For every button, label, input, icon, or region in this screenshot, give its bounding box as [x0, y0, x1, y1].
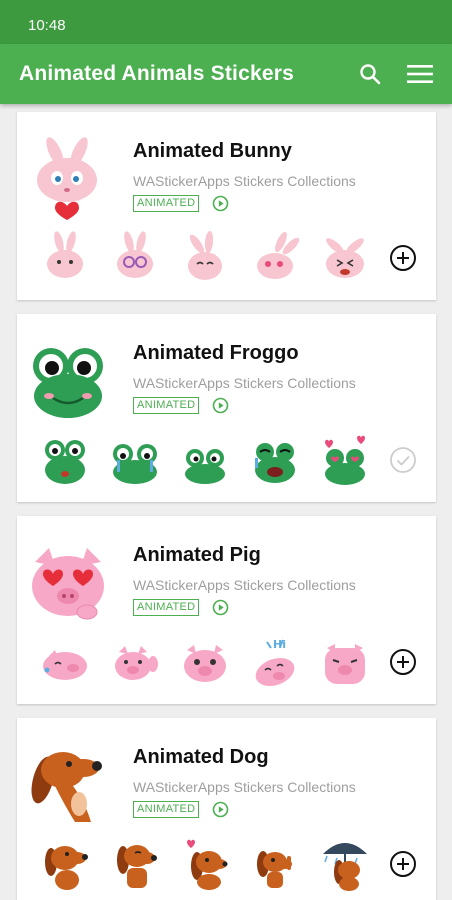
dog-sticker-icon	[187, 839, 228, 890]
bunny-tray-icon	[37, 137, 97, 220]
pack-publisher: WAStickerApps Stickers Collections	[133, 375, 356, 391]
search-button[interactable]	[350, 54, 390, 94]
animated-badge: ANIMATED	[133, 801, 200, 818]
sticker-preview-row	[29, 432, 369, 488]
app-title: Animated Animals Stickers	[19, 62, 294, 85]
frog-sticker-icon	[255, 443, 295, 483]
bunny-sticker-icon	[47, 231, 83, 278]
animated-badge: ANIMATED	[133, 397, 200, 414]
sticker-preview-row	[29, 230, 369, 286]
add-pack-button[interactable]	[388, 243, 418, 273]
pack-title: Animated Dog	[133, 746, 269, 768]
pig-sticker-icon	[325, 644, 365, 684]
animated-badge: ANIMATED	[133, 599, 200, 616]
bunny-sticker-icon	[326, 238, 364, 278]
status-bar: 10:48	[0, 0, 452, 44]
sticker-preview-row	[29, 836, 369, 892]
dog-sticker-icon	[323, 843, 367, 891]
pig-sticker-icon	[43, 650, 87, 680]
app-bar: Animated Animals Stickers	[0, 44, 452, 104]
dog-sticker-icon	[117, 845, 157, 888]
sticker-pack-card[interactable]: Animated Dog WAStickerApps Stickers Coll…	[17, 718, 436, 900]
sticker-pack-card[interactable]: Animated Pig WAStickerApps Stickers Coll…	[17, 516, 436, 704]
bunny-sticker-icon	[188, 231, 222, 280]
add-pack-button[interactable]	[388, 647, 418, 677]
frog-sticker-icon	[185, 449, 225, 484]
svg-text:Hi: Hi	[273, 638, 286, 651]
dog-tray-icon	[31, 752, 102, 822]
sticker-pack-card[interactable]: Animated Froggo WAStickerApps Stickers C…	[17, 314, 436, 502]
play-icon	[212, 801, 229, 818]
added-check-icon	[390, 447, 416, 473]
pig-sticker-icon	[115, 646, 158, 680]
pack-publisher: WAStickerApps Stickers Collections	[133, 173, 356, 189]
frog-sticker-icon	[113, 444, 157, 484]
pack-publisher: WAStickerApps Stickers Collections	[133, 779, 356, 795]
hamburger-menu-icon	[407, 65, 433, 83]
status-time: 10:48	[28, 17, 66, 34]
sticker-pack-card[interactable]: Animated Bunny WAStickerApps Stickers Co…	[17, 112, 436, 300]
frog-sticker-icon	[325, 435, 365, 485]
animated-badge: ANIMATED	[133, 195, 200, 212]
pack-title: Animated Bunny	[133, 140, 292, 162]
bunny-sticker-icon	[257, 231, 300, 279]
pack-title: Animated Pig	[133, 544, 261, 566]
pig-sticker-icon	[184, 645, 226, 682]
dog-sticker-icon	[45, 846, 88, 890]
add-pack-button[interactable]	[388, 849, 418, 879]
play-icon	[212, 195, 229, 212]
frog-tray-icon	[33, 348, 103, 418]
pig-sticker-icon: Hi	[255, 638, 295, 687]
search-icon	[360, 64, 381, 85]
play-icon	[212, 599, 229, 616]
pack-title: Animated Froggo	[133, 342, 299, 364]
frog-sticker-icon	[45, 440, 85, 484]
pig-tray-icon	[32, 548, 104, 620]
sticker-preview-row: Hi	[29, 634, 369, 690]
bunny-sticker-icon	[117, 231, 153, 278]
play-icon	[212, 397, 229, 414]
dog-sticker-icon	[257, 851, 292, 888]
menu-button[interactable]	[400, 54, 440, 94]
pack-publisher: WAStickerApps Stickers Collections	[133, 577, 356, 593]
